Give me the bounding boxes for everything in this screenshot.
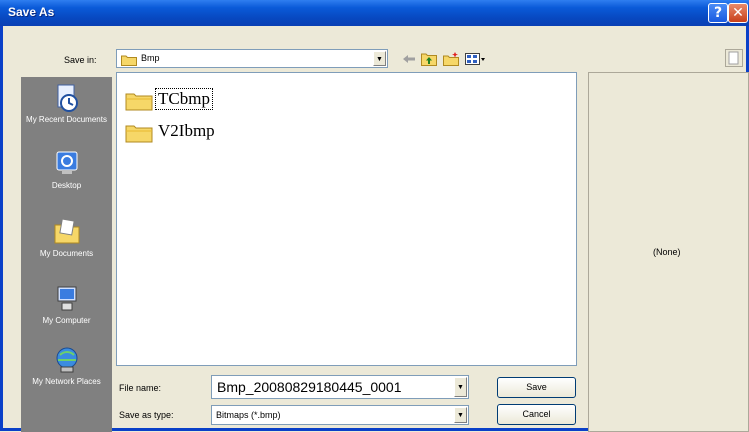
cancel-button[interactable]: Cancel	[497, 404, 576, 425]
my-computer-icon	[57, 286, 76, 311]
desktop-icon	[56, 151, 77, 174]
title-bar[interactable]: Save As ? ✕	[0, 0, 749, 26]
save-as-dialog: Save As ? ✕ Save in: Bmp ▼ My Recent Doc…	[0, 0, 749, 432]
save-in-dropdown[interactable]: Bmp ▼	[116, 49, 388, 68]
save-in-value: Bmp	[141, 53, 160, 63]
save-as-type-dropdown[interactable]: Bitmaps (*.bmp) ▼	[211, 405, 469, 425]
file-name-input[interactable]: Bmp_20080829180445_0001 ▼	[211, 375, 469, 399]
place-desktop[interactable]: Desktop	[21, 149, 112, 190]
place-label: My Documents	[39, 249, 94, 258]
preview-toggle-icon[interactable]	[725, 49, 743, 72]
place-network-places[interactable]: My Network Places	[21, 345, 112, 386]
place-my-computer[interactable]: My Computer	[21, 284, 112, 325]
file-list[interactable]: TCbmp V2Ibmp	[116, 72, 577, 366]
place-recent-documents[interactable]: My Recent Documents	[21, 83, 112, 124]
place-label: My Computer	[42, 316, 91, 325]
folder-icon	[125, 93, 153, 111]
place-label: My Recent Documents	[26, 115, 107, 124]
recent-documents-icon	[57, 84, 78, 112]
file-name-value: Bmp_20080829180445_0001	[217, 379, 402, 395]
views-menu-icon[interactable]	[465, 52, 487, 71]
my-documents-icon	[54, 218, 79, 244]
close-button[interactable]: ✕	[728, 3, 748, 23]
new-folder-icon[interactable]	[443, 52, 459, 71]
save-button[interactable]: Save	[497, 377, 576, 398]
back-arrow-icon[interactable]	[401, 52, 417, 70]
place-my-documents[interactable]: My Documents	[21, 217, 112, 258]
chevron-down-icon[interactable]: ▼	[454, 377, 467, 397]
chevron-down-icon[interactable]: ▼	[373, 51, 386, 66]
folder-icon	[125, 125, 153, 143]
preview-pane: (None)	[588, 72, 749, 432]
window-title: Save As	[8, 5, 55, 19]
save-in-label: Save in:	[64, 55, 97, 65]
places-bar: My Recent Documents Desktop My Documents…	[21, 77, 112, 432]
folder-name: V2Ibmp	[158, 121, 215, 140]
save-as-type-value: Bitmaps (*.bmp)	[216, 410, 281, 420]
file-name-label: File name:	[119, 383, 162, 393]
place-label: Desktop	[51, 181, 82, 190]
up-folder-icon[interactable]	[421, 52, 437, 71]
help-button[interactable]: ?	[708, 3, 728, 23]
folder-name: TCbmp	[155, 88, 213, 110]
network-places-icon	[56, 347, 77, 373]
preview-text: (None)	[653, 247, 681, 257]
folder-icon	[121, 53, 137, 71]
place-label: My Network Places	[32, 377, 101, 386]
save-as-type-label: Save as type:	[119, 410, 174, 420]
chevron-down-icon[interactable]: ▼	[454, 407, 467, 423]
